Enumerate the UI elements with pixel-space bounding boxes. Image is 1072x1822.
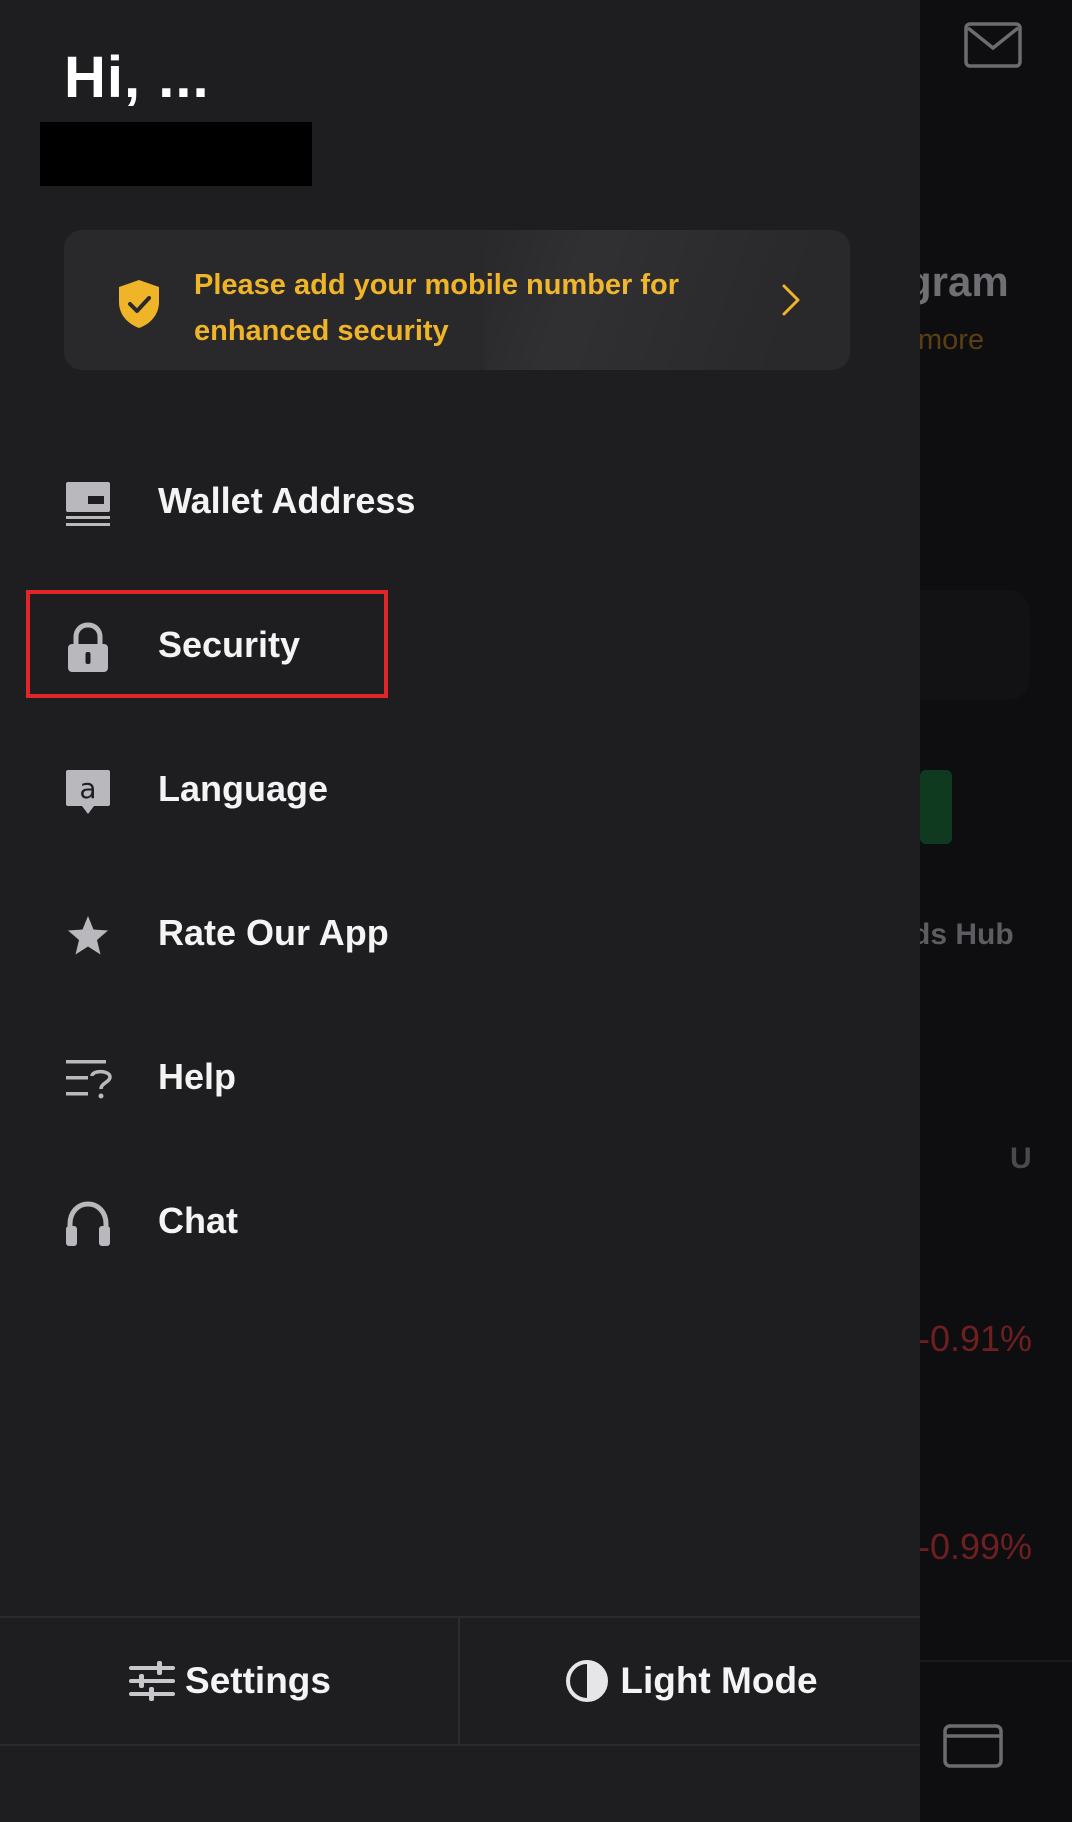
drawer-footer: Settings Light Mode bbox=[0, 1616, 920, 1746]
star-icon bbox=[68, 916, 108, 955]
mail-icon[interactable] bbox=[964, 22, 1022, 68]
menu-item-rate-our-app[interactable]: Rate Our App bbox=[0, 874, 920, 994]
chevron-right-icon bbox=[782, 284, 800, 316]
help-icon bbox=[66, 1060, 112, 1099]
greeting-title: Hi, ... bbox=[64, 45, 210, 110]
menu-label-help: Help bbox=[158, 1056, 237, 1097]
background-column-header: U bbox=[1010, 1142, 1032, 1175]
light-mode-button[interactable]: Light Mode bbox=[460, 1618, 920, 1744]
security-highlight-box bbox=[26, 590, 388, 698]
background-change-value: -0.91% bbox=[918, 1318, 1033, 1359]
settings-sliders-icon bbox=[129, 1661, 176, 1701]
menu-item-language[interactable]: a Language bbox=[0, 730, 920, 850]
menu-label-language: Language bbox=[158, 768, 329, 809]
add-mobile-banner[interactable]: Please add your mobile number for enhanc… bbox=[64, 230, 850, 370]
menu-label-chat: Chat bbox=[158, 1200, 238, 1241]
side-drawer: Hi, ... Please add your mobile number fo… bbox=[0, 0, 920, 1822]
background-title: gram bbox=[906, 258, 1009, 305]
shield-check-icon bbox=[119, 280, 159, 328]
wallet-address-icon bbox=[66, 482, 110, 526]
light-mode-label: Light Mode bbox=[620, 1660, 818, 1701]
svg-text:a: a bbox=[79, 772, 96, 805]
add-mobile-text: Please add your mobile number for enhanc… bbox=[194, 269, 680, 347]
contrast-icon bbox=[566, 1660, 609, 1702]
background-more-link: more bbox=[918, 324, 985, 356]
language-icon: a bbox=[66, 770, 110, 814]
menu-item-wallet-address[interactable]: Wallet Address bbox=[0, 442, 920, 562]
settings-label: Settings bbox=[185, 1660, 331, 1701]
background-hub-icon bbox=[920, 770, 952, 844]
redacted-username bbox=[40, 122, 312, 186]
background-hub-label: ds Hub bbox=[912, 918, 1014, 951]
settings-button[interactable]: Settings bbox=[0, 1618, 458, 1744]
menu-item-help[interactable]: Help bbox=[0, 1018, 920, 1138]
menu-label-rate-our-app: Rate Our App bbox=[158, 912, 389, 953]
menu-label-wallet-address: Wallet Address bbox=[158, 480, 416, 521]
app-screen: gram more ds Hub U -0.91% -0.99% Hi, ...… bbox=[0, 0, 1072, 1822]
background-divider bbox=[920, 1660, 1072, 1662]
menu-item-chat[interactable]: Chat bbox=[0, 1162, 920, 1282]
background-change-value: -0.99% bbox=[918, 1526, 1033, 1567]
headset-icon bbox=[66, 1201, 110, 1246]
wallet-icon[interactable] bbox=[942, 1720, 1004, 1770]
